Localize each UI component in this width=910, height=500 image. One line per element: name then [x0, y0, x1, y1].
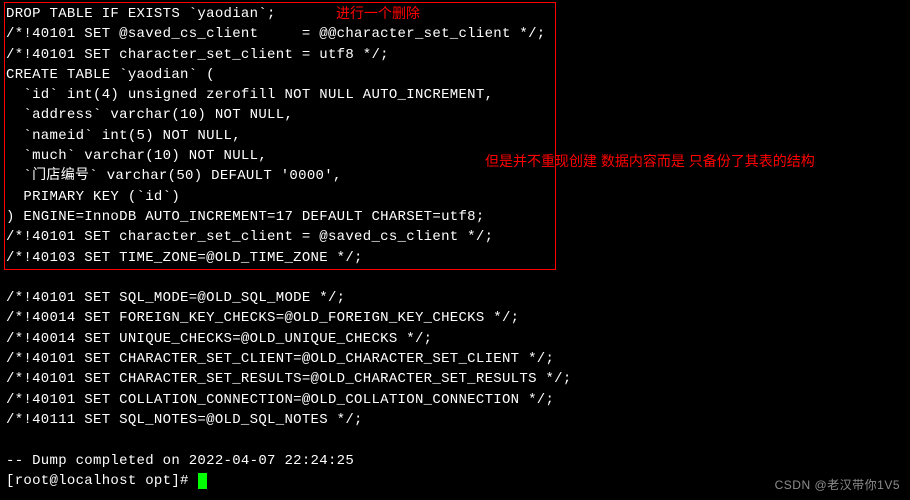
sql-line: DROP TABLE IF EXISTS `yaodian`; [6, 4, 904, 24]
sql-line: `much` varchar(10) NOT NULL, [6, 146, 904, 166]
sql-line: /*!40101 SET character_set_client = @sav… [6, 227, 904, 247]
watermark: CSDN @老汉带你1V5 [775, 477, 900, 494]
shell-prompt: [root@localhost opt]# [6, 473, 197, 489]
restore-line: /*!40101 SET CHARACTER_SET_CLIENT=@OLD_C… [6, 349, 904, 369]
sql-line: `id` int(4) unsigned zerofill NOT NULL A… [6, 85, 904, 105]
sql-line: PRIMARY KEY (`id`) [6, 187, 904, 207]
terminal-output[interactable]: DROP TABLE IF EXISTS `yaodian`; /*!40101… [6, 4, 904, 491]
restore-line: /*!40101 SET SQL_MODE=@OLD_SQL_MODE */; [6, 288, 904, 308]
comment-line: -- Dump completed on 2022-04-07 22:24:25 [6, 451, 904, 471]
prompt-line[interactable]: [root@localhost opt]# [6, 471, 904, 491]
sql-line: `address` varchar(10) NOT NULL, [6, 105, 904, 125]
sql-line: `门店编号` varchar(50) DEFAULT '0000', [6, 166, 904, 186]
sql-line: `nameid` int(5) NOT NULL, [6, 126, 904, 146]
restore-line: /*!40014 SET FOREIGN_KEY_CHECKS=@OLD_FOR… [6, 308, 904, 328]
sql-line: /*!40103 SET TIME_ZONE=@OLD_TIME_ZONE */… [6, 248, 904, 268]
restore-line: /*!40101 SET COLLATION_CONNECTION=@OLD_C… [6, 390, 904, 410]
empty-line [6, 268, 904, 288]
restore-line: /*!40111 SET SQL_NOTES=@OLD_SQL_NOTES */… [6, 410, 904, 430]
cursor [198, 473, 207, 489]
sql-line: /*!40101 SET @saved_cs_client = @@charac… [6, 24, 904, 44]
sql-line: /*!40101 SET character_set_client = utf8… [6, 45, 904, 65]
restore-line: /*!40014 SET UNIQUE_CHECKS=@OLD_UNIQUE_C… [6, 329, 904, 349]
sql-line: CREATE TABLE `yaodian` ( [6, 65, 904, 85]
restore-line: /*!40101 SET CHARACTER_SET_RESULTS=@OLD_… [6, 369, 904, 389]
empty-line [6, 430, 904, 450]
sql-line: ) ENGINE=InnoDB AUTO_INCREMENT=17 DEFAUL… [6, 207, 904, 227]
